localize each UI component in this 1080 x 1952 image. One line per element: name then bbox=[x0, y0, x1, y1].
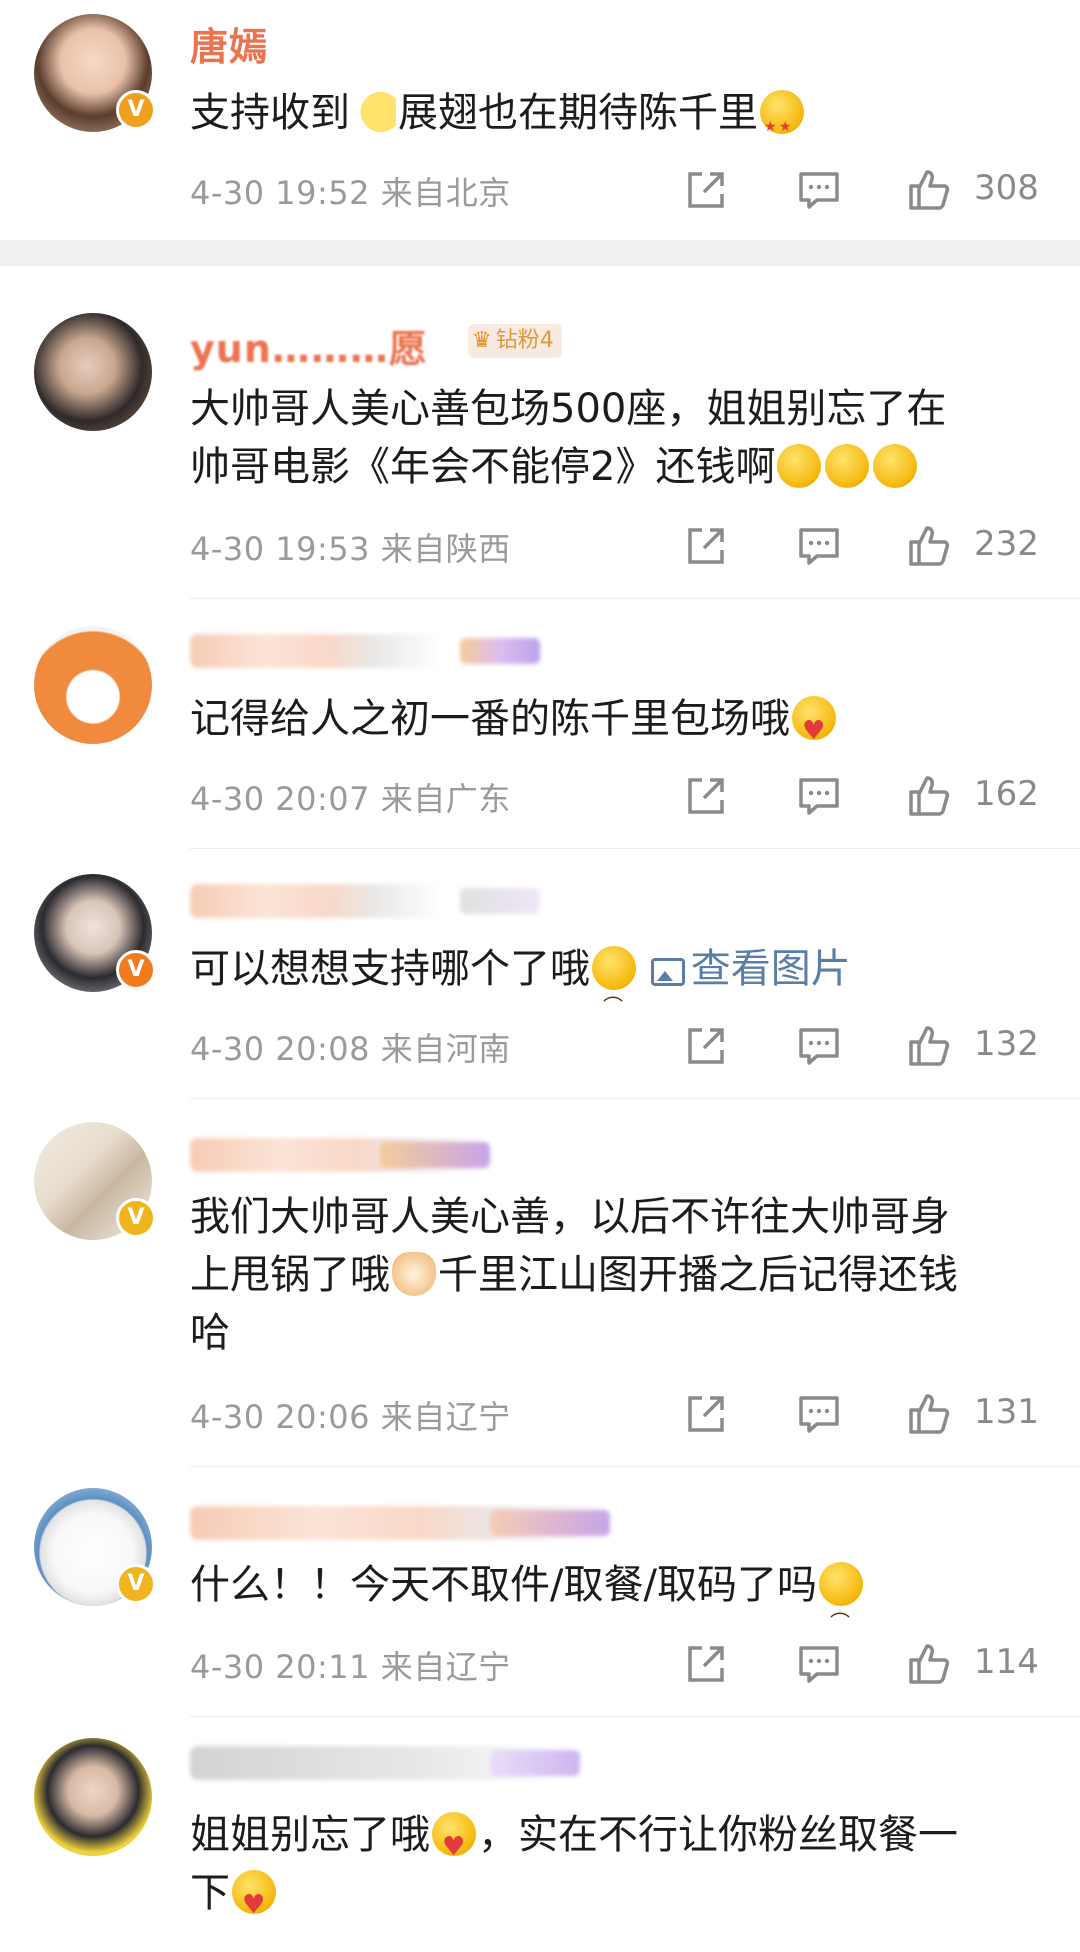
comment-meta: 4-30 20:11 来自辽宁 bbox=[190, 1642, 511, 1688]
view-image-link[interactable]: 查看图片 bbox=[650, 946, 851, 992]
location: 来自辽宁 bbox=[380, 1648, 511, 1686]
timestamp: 4-30 20:11 bbox=[190, 1648, 371, 1686]
divider bbox=[190, 1098, 1080, 1099]
timestamp: 4-30 20:07 bbox=[190, 780, 371, 818]
username-blurred[interactable] bbox=[190, 1506, 610, 1540]
timestamp: 4-30 19:53 bbox=[190, 530, 371, 568]
location: 来自陕西 bbox=[380, 530, 511, 568]
kiss-emoji-icon bbox=[432, 1812, 476, 1876]
username[interactable]: 唐嫣 bbox=[190, 16, 268, 71]
username-blurred[interactable] bbox=[190, 1138, 490, 1172]
location: 来自辽宁 bbox=[380, 1398, 511, 1436]
thumbs-up-icon[interactable] bbox=[905, 1390, 953, 1438]
comment-meta: 4-30 20:07 来自广东 bbox=[190, 774, 511, 820]
avatar[interactable]: V bbox=[34, 874, 156, 992]
divider bbox=[190, 598, 1080, 599]
section-divider bbox=[0, 240, 1080, 266]
moon-emoji-icon bbox=[352, 90, 396, 134]
comment-icon[interactable] bbox=[795, 1640, 843, 1688]
comment-text: 大帅哥人美心善包场500座，姐姐别忘了在 帅哥电影《年会不能停2》还钱啊 bbox=[190, 386, 947, 490]
comment-icon[interactable] bbox=[795, 1022, 843, 1070]
comment-meta: 4-30 20:08 来自河南 bbox=[190, 1024, 511, 1070]
star-eyes-emoji-icon bbox=[760, 90, 804, 156]
v-badge-icon: V bbox=[116, 1564, 156, 1604]
comment-meta: 4-30 19:52 来自北京 bbox=[190, 168, 511, 214]
avatar[interactable]: V bbox=[34, 1488, 156, 1606]
avatar[interactable] bbox=[34, 1738, 152, 1856]
comment-meta: 4-30 20:06 来自辽宁 bbox=[190, 1392, 511, 1438]
comment-text: 我们大帅哥人美心善，以后不许往大帅哥身 上甩锅了哦 千里江山图开播之后记得还钱 哈 bbox=[190, 1194, 958, 1356]
share-icon[interactable] bbox=[682, 772, 730, 820]
pray-emoji-icon bbox=[825, 444, 870, 488]
username-blurred[interactable] bbox=[190, 884, 540, 918]
like-count: 114 bbox=[974, 1642, 1039, 1682]
share-icon[interactable] bbox=[682, 1022, 730, 1070]
comment-text: 支持收到 展翅也在期待陈千里 bbox=[190, 84, 1050, 156]
avatar[interactable]: V bbox=[34, 1122, 156, 1240]
timestamp: 4-30 19:52 bbox=[190, 174, 371, 212]
cat-emoji-icon bbox=[392, 1252, 436, 1296]
comment-icon[interactable] bbox=[795, 522, 843, 570]
kiss-emoji-icon bbox=[232, 1870, 276, 1934]
thumbs-up-icon[interactable] bbox=[905, 1022, 953, 1070]
pray-emoji-icon bbox=[777, 444, 822, 488]
like-count: 162 bbox=[974, 774, 1039, 814]
location: 来自北京 bbox=[380, 174, 511, 212]
comment-meta: 4-30 19:53 来自陕西 bbox=[190, 524, 511, 570]
comment-text: 什么！！今天不取件/取餐/取码了吗 bbox=[190, 1556, 1050, 1638]
comment-text: 可以想想支持哪个了哦 查看图片 bbox=[190, 940, 1050, 1022]
timestamp: 4-30 20:06 bbox=[190, 1398, 371, 1436]
location: 来自广东 bbox=[380, 780, 511, 818]
fan-badge: ♛ 钻粉4 bbox=[468, 324, 562, 358]
divider bbox=[190, 1716, 1080, 1717]
share-icon[interactable] bbox=[682, 166, 730, 214]
thumbs-up-icon[interactable] bbox=[905, 772, 953, 820]
avatar[interactable]: V bbox=[34, 14, 156, 132]
comment-text: 姐姐别忘了哦，实在不行让你粉丝取餐一 下 bbox=[190, 1806, 1050, 1934]
like-count: 131 bbox=[974, 1392, 1039, 1432]
share-icon[interactable] bbox=[682, 1390, 730, 1438]
thumbs-up-icon[interactable] bbox=[905, 1640, 953, 1688]
avatar[interactable] bbox=[34, 313, 152, 431]
divider bbox=[190, 1466, 1080, 1467]
v-badge-icon: V bbox=[116, 950, 156, 990]
tear-emoji-icon bbox=[592, 946, 636, 1022]
like-count: 232 bbox=[974, 524, 1039, 564]
username-blurred[interactable] bbox=[190, 1746, 580, 1780]
comment-text: 记得给人之初一番的陈千里包场哦 bbox=[190, 690, 1050, 760]
location: 来自河南 bbox=[380, 1030, 511, 1068]
like-count: 308 bbox=[974, 168, 1039, 208]
thumbs-up-icon[interactable] bbox=[905, 166, 953, 214]
thumbs-up-icon[interactable] bbox=[905, 522, 953, 570]
image-icon bbox=[650, 958, 685, 986]
frown-emoji-icon bbox=[818, 1562, 863, 1638]
divider bbox=[190, 848, 1080, 849]
timestamp: 4-30 20:08 bbox=[190, 1030, 371, 1068]
v-badge-icon: V bbox=[116, 90, 156, 130]
like-count: 132 bbox=[974, 1024, 1039, 1064]
kiss-emoji-icon bbox=[792, 696, 836, 760]
comment-icon[interactable] bbox=[795, 772, 843, 820]
username[interactable]: yun………愿 bbox=[190, 318, 428, 373]
comment-icon[interactable] bbox=[795, 166, 843, 214]
username-blurred[interactable] bbox=[190, 634, 540, 668]
v-badge-icon: V bbox=[116, 1198, 156, 1238]
comment-icon[interactable] bbox=[795, 1390, 843, 1438]
share-icon[interactable] bbox=[682, 522, 730, 570]
avatar[interactable] bbox=[34, 626, 152, 744]
share-icon[interactable] bbox=[682, 1640, 730, 1688]
pray-emoji-icon bbox=[873, 444, 918, 488]
